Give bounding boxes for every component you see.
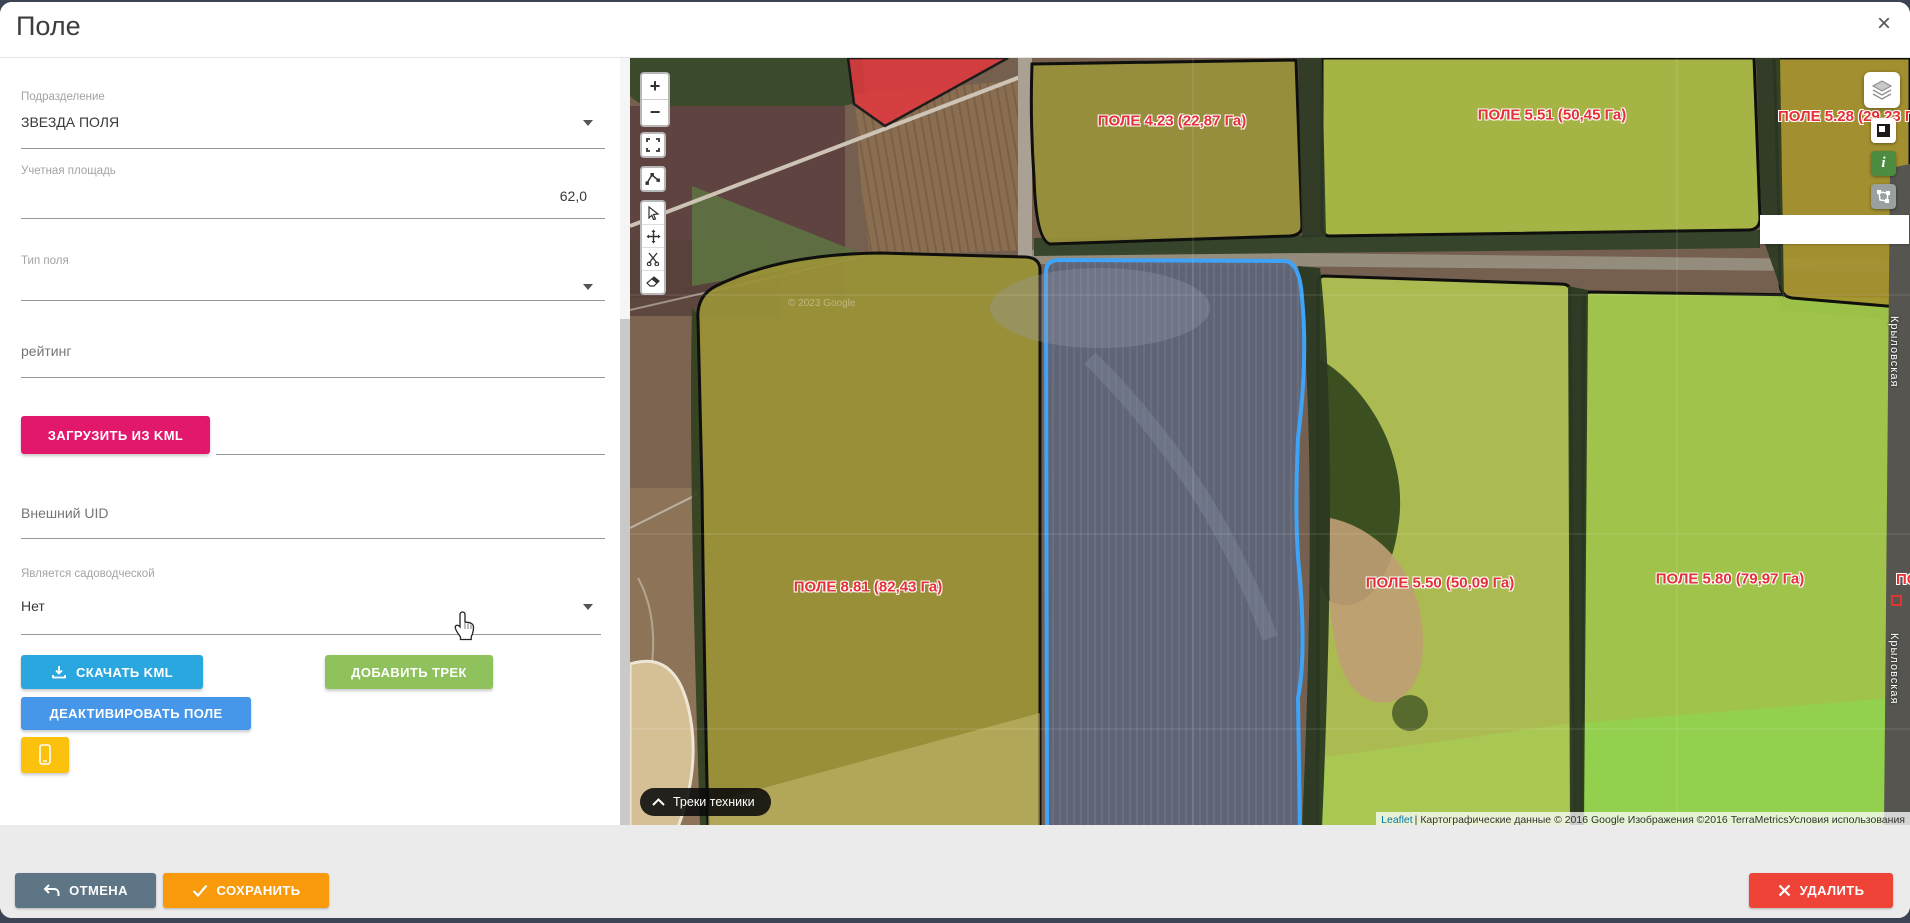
zoom-control: + − <box>640 72 670 127</box>
dialog-header: Поле × <box>0 2 1910 58</box>
check-icon <box>192 884 208 897</box>
field-label[interactable]: ПОЛЕ 5.80 (79,97 Га) <box>1656 571 1804 588</box>
cancel-label: ОТМЕНА <box>69 883 128 898</box>
form-scrollbar-thumb[interactable] <box>620 319 630 827</box>
info-button[interactable]: i <box>1871 151 1896 176</box>
area-input[interactable]: 62,0 <box>21 188 587 204</box>
polygon-edit-button[interactable] <box>1871 184 1896 209</box>
delete-button[interactable]: УДАЛИТЬ <box>1749 873 1893 908</box>
field-label[interactable]: ПОЛЕ 8.81 (82,43 Га) <box>794 579 942 596</box>
save-button[interactable]: СОХРАНИТЬ <box>163 873 329 908</box>
x-icon <box>1778 884 1791 897</box>
delete-label: УДАЛИТЬ <box>1800 883 1865 898</box>
field-label[interactable]: ПОЛЕ 5.50 (50,09 Га) <box>1366 575 1514 592</box>
measure-draw-button[interactable] <box>640 166 666 192</box>
save-label: СОХРАНИТЬ <box>217 883 301 898</box>
move-tool[interactable] <box>642 224 664 247</box>
satellite-canvas <box>630 58 1910 827</box>
machine-tracks-toggle[interactable]: Треки техники <box>640 788 771 816</box>
leaflet-link[interactable]: Leaflet <box>1381 814 1413 826</box>
deactivate-field-button[interactable]: ДЕАКТИВИРОВАТЬ ПОЛЕ <box>21 697 251 730</box>
terms-link[interactable]: Условия использования <box>1788 814 1905 826</box>
tracks-label: Треки техники <box>673 795 755 809</box>
load-from-kml-button[interactable]: ЗАГРУЗИТЬ ИЗ KML <box>21 416 210 454</box>
layers-icon <box>1870 78 1894 102</box>
dialog-footer: ОТМЕНА СОХРАНИТЬ УДАЛИТЬ <box>0 825 1910 918</box>
eraser-tool[interactable] <box>642 270 664 293</box>
field-label[interactable]: ПОЛЕ 5.51 (50,45 Га) <box>1478 107 1626 124</box>
minimap-toggle-button[interactable] <box>1871 118 1896 143</box>
zoom-in-button[interactable]: + <box>642 74 668 99</box>
leaflet-map[interactable]: ПОЛЕ 4.23 (22,87 Га) ПОЛЕ 5.51 (50,45 Га… <box>630 58 1910 827</box>
chevron-up-icon <box>652 798 665 806</box>
chevron-down-icon[interactable] <box>583 120 593 126</box>
division-label: Подразделение <box>21 91 105 103</box>
field-type-label: Тип поля <box>21 255 69 267</box>
cut-tool[interactable] <box>642 247 664 270</box>
phone-icon <box>38 744 52 766</box>
measure-icon <box>645 172 661 186</box>
divider <box>21 148 605 149</box>
cancel-button[interactable]: ОТМЕНА <box>15 873 156 908</box>
google-watermark: © 2023 Google <box>788 298 855 309</box>
page-title: Поле <box>16 11 81 42</box>
fullscreen-icon <box>646 138 660 152</box>
close-icon[interactable]: × <box>1877 12 1891 36</box>
minimap-icon <box>1877 124 1890 137</box>
layers-button[interactable] <box>1864 72 1900 108</box>
rating-input[interactable] <box>21 343 421 359</box>
select-cursor-tool[interactable] <box>642 202 664 224</box>
divider <box>21 634 601 635</box>
legend-placeholder-box <box>1760 215 1909 244</box>
horticultural-label: Является садоводческой <box>21 568 155 580</box>
field-dialog: Поле × Подразделение ЗВЕЗДА ПОЛЯ Учетная… <box>0 2 1910 918</box>
divider <box>21 300 605 301</box>
mouse-cursor-hand <box>452 610 478 647</box>
field-label-clipped[interactable]: ПОЛЕ <box>1896 571 1910 588</box>
field-label[interactable]: ПОЛЕ 4.23 (22,87 Га) <box>1098 113 1246 130</box>
chevron-down-icon[interactable] <box>583 284 593 290</box>
divider <box>21 538 605 539</box>
attribution-text: | Картографические данные © 2016 Google … <box>1415 814 1789 826</box>
division-select[interactable]: ЗВЕЗДА ПОЛЯ <box>21 114 119 130</box>
polygon-vertices-icon <box>1876 189 1891 204</box>
chevron-down-icon[interactable] <box>583 604 593 610</box>
external-uid-input[interactable] <box>21 505 421 521</box>
mobile-button[interactable] <box>21 737 69 773</box>
field-form-panel: Подразделение ЗВЕЗДА ПОЛЯ Учетная площад… <box>0 58 630 827</box>
fullscreen-button[interactable] <box>640 132 666 158</box>
horticultural-select[interactable]: Нет <box>21 598 45 614</box>
add-track-button[interactable]: ДОБАВИТЬ ТРЕК <box>325 655 493 689</box>
download-kml-label: СКАЧАТЬ KML <box>76 665 173 680</box>
kml-file-input-line[interactable] <box>216 454 605 455</box>
divider <box>21 377 605 378</box>
divider <box>21 218 605 219</box>
area-label: Учетная площадь <box>21 165 116 177</box>
edit-tools <box>640 200 666 295</box>
street-name-label: Крыловская <box>1888 633 1900 704</box>
zoom-out-button[interactable]: − <box>642 99 668 125</box>
download-kml-button[interactable]: СКАЧАТЬ KML <box>21 655 203 689</box>
download-icon <box>51 665 67 679</box>
undo-icon <box>43 884 60 898</box>
street-name-label: Крыловская <box>1888 316 1900 387</box>
